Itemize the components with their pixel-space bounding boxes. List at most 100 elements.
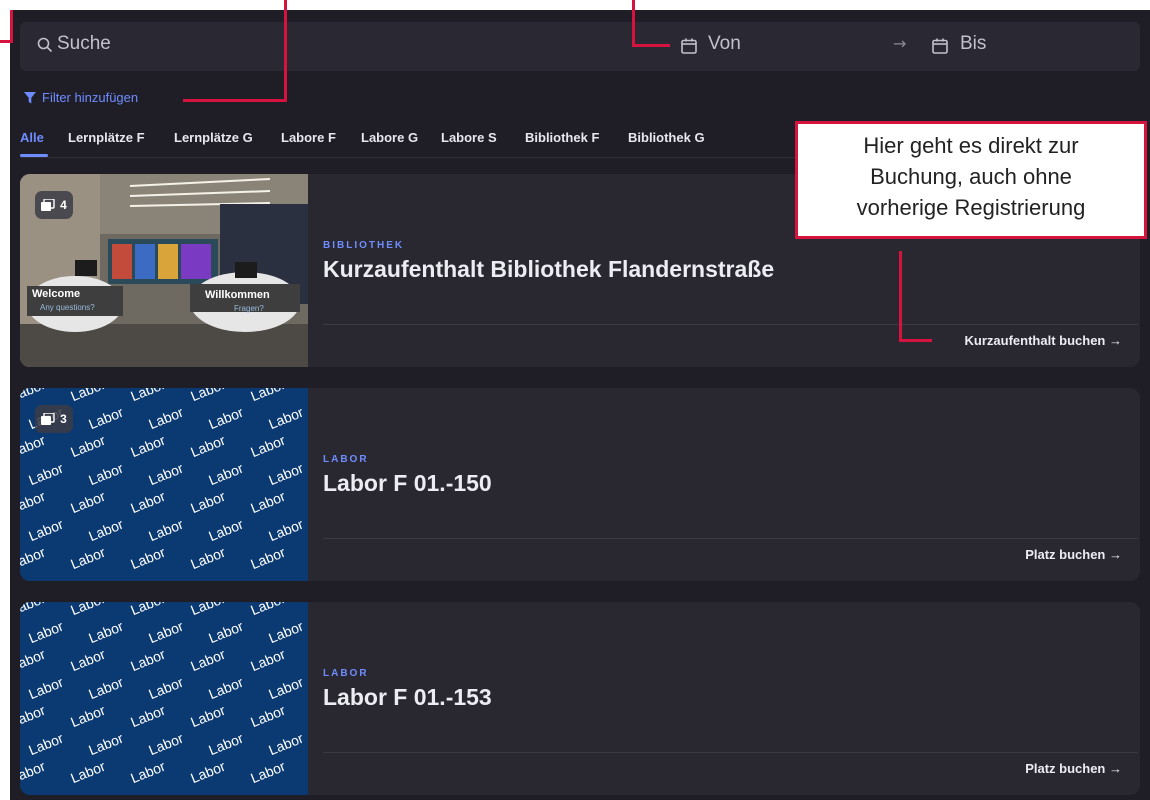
labor-pattern-word: Labor <box>248 543 288 573</box>
book-button[interactable]: Kurzaufenthalt buchen → <box>965 333 1122 348</box>
room-card-labor-153[interactable]: Labor Labor Labor Labor Labor Labor Labor Labor… <box>20 602 1140 795</box>
labor-pattern-word: Labor <box>146 515 186 545</box>
sign-fragen: Fragen? <box>234 304 264 313</box>
tab-bibliothek-g[interactable]: Bibliothek G <box>628 130 705 145</box>
labor-pattern-word: Labor <box>86 403 126 433</box>
card-title[interactable]: Kurzaufenthalt Bibliothek Flandernstraße <box>323 256 774 283</box>
labor-pattern-word: Labor <box>128 543 168 573</box>
labor-pattern-word: Labor <box>266 617 306 647</box>
date-to-field[interactable]: Bis <box>960 33 986 55</box>
tab-bibliothek-f[interactable]: Bibliothek F <box>525 130 599 145</box>
annotation-pointer-booking <box>899 251 902 342</box>
book-button-label: Kurzaufenthalt buchen <box>964 333 1106 348</box>
book-button[interactable]: Platz buchen → <box>1025 761 1122 776</box>
arrow-right-icon: → <box>1109 547 1122 562</box>
card-title[interactable]: Labor F 01.-150 <box>323 470 492 497</box>
labor-pattern-word: Labor <box>188 388 228 405</box>
tab-alle[interactable]: Alle <box>20 130 44 145</box>
annotation-line: vorherige Registrierung <box>856 195 1086 220</box>
labor-pattern-word: Labor <box>26 673 66 703</box>
labor-pattern-word: Labor <box>266 729 306 759</box>
labor-pattern-word: Labor <box>20 431 48 461</box>
annotation-pointer-filter <box>284 0 287 102</box>
labor-pattern-word: Labor <box>266 515 306 545</box>
labor-pattern-word: Labor <box>206 403 246 433</box>
labor-pattern: Labor Labor Labor Labor Labor Labor Labor Labor… <box>20 602 308 795</box>
labor-pattern-word: Labor <box>146 403 186 433</box>
tab-labore-f[interactable]: Labore F <box>281 130 336 145</box>
labor-pattern-word: Labor <box>206 515 246 545</box>
annotation-pointer-filter <box>183 99 287 102</box>
arrow-right-icon: → <box>1109 333 1122 348</box>
labor-pattern-word: Labor <box>188 757 228 787</box>
labor-pattern-word: Labor <box>266 403 306 433</box>
tab-labore-s[interactable]: Labore S <box>441 130 497 145</box>
labor-pattern-word: Labor <box>188 602 228 619</box>
labor-pattern-word: Labor <box>128 487 168 517</box>
labor-pattern-word: Labor <box>68 602 108 619</box>
book-button-label: Platz buchen <box>1025 761 1106 776</box>
labor-pattern-word: Labor <box>248 701 288 731</box>
labor-pattern-word: Labor <box>68 701 108 731</box>
labor-pattern-word: Labor <box>26 459 66 489</box>
labor-pattern-word: Labor <box>206 729 246 759</box>
labor-pattern-word: Labor <box>248 431 288 461</box>
tab-lernplaetze-f[interactable]: Lernplätze F <box>68 130 145 145</box>
gallery-icon <box>41 413 55 425</box>
labor-pattern-word: Labor <box>128 757 168 787</box>
labor-pattern-word: Labor <box>68 757 108 787</box>
labor-pattern-word: Labor <box>20 645 48 675</box>
card-category: BIBLIOTHEK <box>323 240 405 251</box>
labor-pattern-word: Labor <box>128 431 168 461</box>
labor-pattern-word: Labor <box>20 701 48 731</box>
labor-pattern-word: Labor <box>86 673 126 703</box>
book-button[interactable]: Platz buchen → <box>1025 547 1122 562</box>
labor-pattern-word: Labor <box>248 757 288 787</box>
labor-pattern-word: Labor <box>20 487 48 517</box>
labor-pattern-word: Labor <box>68 645 108 675</box>
card-category: LABOR <box>323 668 369 679</box>
search-input[interactable]: Suche <box>57 33 111 55</box>
card-divider <box>323 324 1138 325</box>
annotation-pointer-date <box>632 44 670 47</box>
search-icon <box>37 37 53 53</box>
labor-pattern-word: Labor <box>128 602 168 619</box>
labor-pattern-word: Labor <box>86 729 126 759</box>
labor-pattern-word: Labor <box>266 673 306 703</box>
filter-icon <box>24 91 36 103</box>
labor-pattern-word: Labor <box>188 645 228 675</box>
labor-pattern-word: Labor <box>20 602 48 619</box>
labor-pattern-word: Labor <box>86 459 126 489</box>
labor-pattern-word: Labor <box>146 459 186 489</box>
add-filter-label: Filter hinzufügen <box>42 90 139 105</box>
card-title[interactable]: Labor F 01.-153 <box>323 684 492 711</box>
tab-lernplaetze-g[interactable]: Lernplätze G <box>174 130 253 145</box>
image-count: 4 <box>60 198 67 212</box>
labor-pattern-word: Labor <box>68 487 108 517</box>
labor-pattern-word: Labor <box>86 515 126 545</box>
room-card-labor-150[interactable]: Labor Labor Labor Labor Labor Labor Labor Labor… <box>20 388 1140 581</box>
labor-pattern-word: Labor <box>206 617 246 647</box>
labor-pattern-word: Labor <box>248 388 288 405</box>
calendar-icon <box>932 38 948 54</box>
labor-pattern-word: Labor <box>68 543 108 573</box>
tab-labore-g[interactable]: Labore G <box>361 130 418 145</box>
date-from-field[interactable]: Von <box>708 33 741 55</box>
sign-welcome: Welcome <box>32 288 81 300</box>
annotation-callout: Hier geht es direkt zur Buchung, auch oh… <box>795 121 1147 239</box>
arrow-right-icon: → <box>893 34 907 53</box>
annotation-line: Buchung, auch ohne <box>870 164 1072 189</box>
sign-willkommen: Willkommen <box>205 289 270 301</box>
labor-pattern-word: Labor <box>26 729 66 759</box>
labor-pattern-word: Labor <box>248 645 288 675</box>
labor-pattern-word: Labor <box>188 701 228 731</box>
labor-pattern-word: Labor <box>128 388 168 405</box>
annotation-pointer-booking <box>899 339 932 342</box>
labor-pattern-word: Labor <box>26 617 66 647</box>
sign-any-questions: Any questions? <box>40 303 95 312</box>
add-filter-button[interactable]: Filter hinzufügen <box>24 90 138 105</box>
labor-pattern-word: Labor <box>206 459 246 489</box>
labor-pattern-word: Labor <box>20 543 48 573</box>
labor-pattern-word: Labor <box>188 543 228 573</box>
labor-pattern-word: Labor <box>20 757 48 787</box>
